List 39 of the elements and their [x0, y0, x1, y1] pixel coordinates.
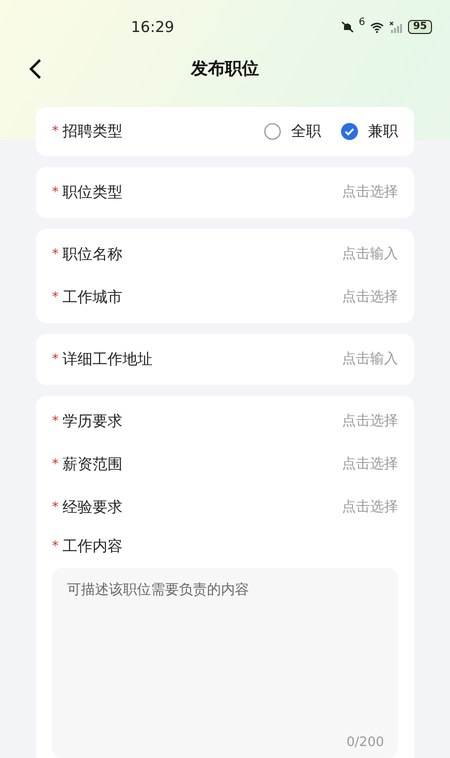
radio-option[interactable]: 全职: [264, 120, 321, 143]
required-mark: *: [52, 415, 58, 428]
form-field[interactable]: 点击选择: [278, 287, 398, 308]
radio-icon: [264, 123, 281, 140]
required-mark: *: [52, 291, 58, 304]
form-field[interactable]: 点击选择: [278, 411, 398, 432]
required-mark: *: [52, 501, 58, 514]
form-field[interactable]: 点击选择: [278, 454, 398, 475]
required-mark: *: [52, 458, 58, 471]
network-type-label: 6: [358, 18, 366, 28]
wifi-icon: [370, 22, 384, 32]
field-label: 经验要求: [62, 497, 122, 518]
field-label: 职位类型: [62, 182, 122, 204]
required-mark: *: [52, 540, 58, 553]
field-label: 薪资范围: [62, 454, 122, 476]
back-icon: [28, 58, 42, 80]
form-field[interactable]: 点击输入: [278, 244, 398, 265]
required-mark: *: [52, 186, 58, 199]
required-mark: *: [52, 125, 58, 138]
battery-indicator: 95: [408, 20, 432, 34]
required-mark: *: [52, 248, 58, 261]
mute-icon: [340, 21, 354, 33]
field-label: 学历要求: [62, 411, 122, 432]
field-label: 详细工作地址: [62, 349, 152, 370]
character-counter: 0/200: [346, 734, 384, 752]
back-button[interactable]: [28, 58, 42, 80]
field-label: 招聘类型: [62, 121, 122, 142]
form-field[interactable]: 点击选择: [278, 497, 398, 518]
form-field[interactable]: 点击输入: [278, 349, 398, 370]
field-label: 工作城市: [62, 287, 122, 308]
signal-icon: [389, 21, 404, 33]
radio-checked-icon: [341, 123, 358, 140]
status-time: 16:29: [131, 16, 174, 38]
radio-option[interactable]: 兼职: [341, 120, 398, 143]
page-title: 发布职位: [191, 58, 259, 82]
required-mark: *: [52, 353, 58, 366]
field-label: 工作内容: [62, 536, 122, 558]
field-label: 职位名称: [62, 244, 122, 266]
form-field[interactable]: 点击选择: [278, 182, 398, 203]
